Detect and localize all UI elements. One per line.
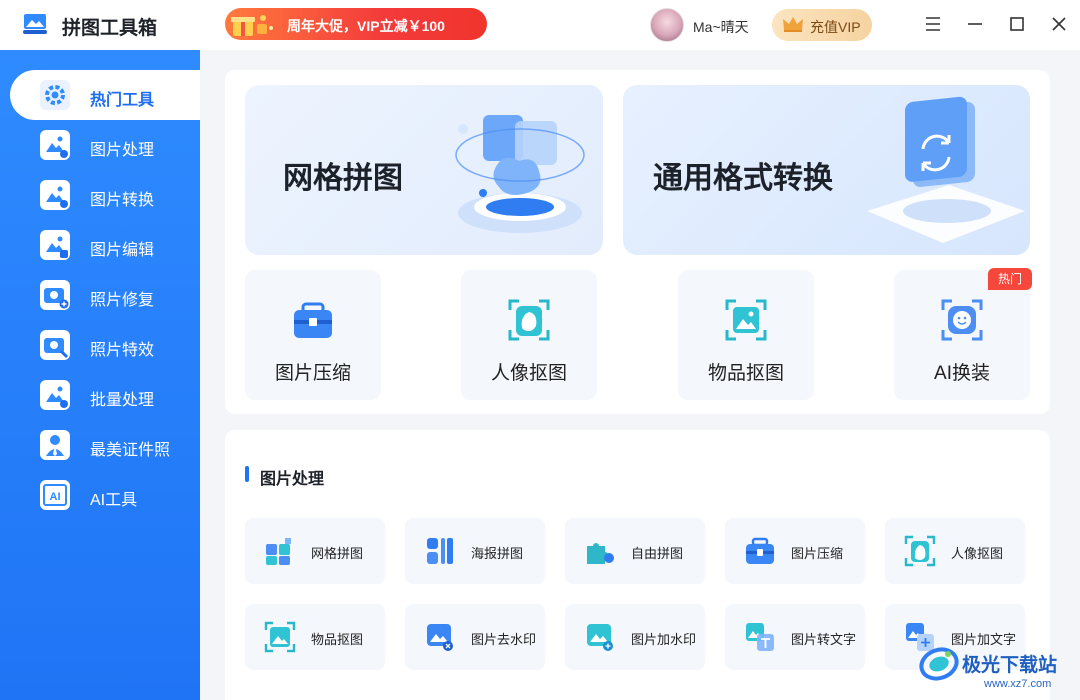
gear-icon [40, 80, 70, 110]
hot-tools-card: 网格拼图 通用格式转换 图片压缩 人像抠图 物品抠图 AI换装 热门 [225, 70, 1050, 414]
quick-tool-label: 物品抠图 [707, 363, 784, 384]
tool-compress[interactable]: 图片压缩 [725, 518, 865, 584]
object-cutout-icon [264, 621, 296, 653]
compress-icon [294, 302, 332, 338]
quick-tool-ai-outfit[interactable]: AI换装 热门 [894, 268, 1032, 400]
grid-puzzle-icon [266, 538, 291, 565]
svg-text:AI: AI [50, 491, 61, 503]
tool-label: 物品抠图 [311, 632, 364, 647]
free-puzzle-icon [587, 543, 614, 564]
tool-label: 自由拼图 [631, 546, 684, 561]
sidebar-item-label: 照片特效 [90, 342, 155, 359]
maximize-icon[interactable] [1006, 13, 1028, 35]
tool-object-cutout[interactable]: 物品抠图 [245, 604, 385, 670]
hot-badge: 热门 [988, 268, 1032, 290]
banner-title: 网格拼图 [283, 162, 403, 195]
sidebar-item-label: AI工具 [90, 492, 138, 509]
tool-label: 网格拼图 [311, 546, 364, 561]
watermark-url: www.xz7.com [984, 678, 1052, 690]
sidebar-item-ai-tools[interactable]: AI AI工具 [10, 470, 200, 520]
compress-icon [746, 537, 774, 564]
app-title: 拼图工具箱 [62, 18, 158, 39]
quick-tool-label: 人像抠图 [490, 363, 567, 384]
title-bar: 拼图工具箱 周年大促，VIP立减￥100 Ma~晴天 充值VIP [0, 0, 1080, 50]
portrait-cutout-icon [508, 299, 550, 341]
promo-banner[interactable]: 周年大促，VIP立减￥100 [225, 8, 487, 40]
sidebar-item-photo-effect[interactable]: 照片特效 [10, 320, 200, 370]
sidebar-item-label: 图片编辑 [90, 242, 155, 259]
sidebar: 热门工具 图片处理 图片转换 图片编辑 照片修复 照片特效 批量处理 最美证件照… [0, 50, 200, 700]
puzzle-illustration [455, 115, 585, 233]
quick-tool-compress[interactable]: 图片压缩 [245, 270, 381, 400]
tool-label: 图片加水印 [631, 632, 697, 647]
image-process-icon [40, 130, 70, 160]
watermark-name: 极光下载站 [962, 655, 1058, 676]
sidebar-item-image-convert[interactable]: 图片转换 [10, 170, 200, 220]
sidebar-item-hot-tools[interactable]: 热门工具 [10, 70, 200, 120]
tool-free-puzzle[interactable]: 自由拼图 [565, 518, 705, 584]
user-avatar[interactable] [650, 8, 684, 42]
tool-label: 图片压缩 [791, 546, 844, 561]
tool-label: 海报拼图 [471, 546, 524, 561]
camera-effect-icon [40, 330, 70, 360]
close-icon[interactable] [1048, 13, 1070, 35]
promo-text: 周年大促，VIP立减￥100 [287, 18, 445, 34]
gift-icon [231, 15, 273, 36]
tool-remove-watermark[interactable]: 图片去水印 [405, 604, 545, 670]
quick-tool-label: 图片压缩 [274, 363, 351, 384]
sidebar-item-image-process[interactable]: 图片处理 [10, 120, 200, 170]
object-cutout-icon [725, 299, 767, 341]
tool-image-to-text[interactable]: 图片转文字 [725, 604, 865, 670]
minimize-icon[interactable] [964, 13, 986, 35]
banner-title: 通用格式转换 [653, 162, 833, 195]
sidebar-item-label: 图片转换 [90, 192, 155, 209]
vip-label: 充值VIP [810, 19, 861, 35]
camera-repair-icon [40, 280, 70, 310]
add-watermark-icon [587, 624, 613, 651]
tool-add-watermark[interactable]: 图片加水印 [565, 604, 705, 670]
sidebar-item-label: 照片修复 [90, 292, 155, 309]
image-to-text-icon [746, 623, 774, 651]
username[interactable]: Ma~晴天 [693, 17, 749, 37]
sidebar-item-id-photo[interactable]: 最美证件照 [10, 420, 200, 470]
portrait-cutout-icon [904, 535, 936, 567]
sidebar-item-label: 热门工具 [90, 92, 155, 109]
sidebar-item-batch[interactable]: 批量处理 [10, 370, 200, 420]
ai-icon: AI [40, 480, 70, 510]
batch-icon [40, 380, 70, 410]
remove-watermark-icon [427, 624, 453, 651]
site-watermark: 极光下载站 www.xz7.com [918, 642, 1078, 700]
menu-icon[interactable] [922, 13, 944, 35]
sidebar-item-photo-repair[interactable]: 照片修复 [10, 270, 200, 320]
convert-illustration [867, 96, 1025, 243]
recharge-vip-button[interactable]: 充值VIP [772, 9, 872, 41]
quick-tool-portrait-cutout[interactable]: 人像抠图 [461, 270, 597, 400]
crown-icon [783, 17, 803, 32]
format-convert-banner[interactable]: 通用格式转换 [623, 85, 1030, 255]
sidebar-item-image-edit[interactable]: 图片编辑 [10, 220, 200, 270]
sidebar-item-label: 批量处理 [90, 392, 155, 409]
tool-poster-puzzle[interactable]: 海报拼图 [405, 518, 545, 584]
section-title: 图片处理 [260, 471, 325, 488]
sidebar-item-label: 最美证件照 [90, 442, 171, 459]
grid-puzzle-banner[interactable]: 网格拼图 [245, 85, 603, 255]
section-marker [245, 466, 249, 482]
quick-tool-object-cutout[interactable]: 物品抠图 [678, 270, 814, 400]
watermark-logo-icon [919, 647, 959, 681]
tool-label: 人像抠图 [951, 546, 1004, 561]
quick-tool-label: AI换装 [934, 363, 990, 384]
tool-label: 图片去水印 [471, 632, 537, 647]
image-convert-icon [40, 180, 70, 210]
ai-outfit-icon [941, 299, 983, 341]
id-photo-icon [40, 430, 70, 460]
tool-grid-puzzle[interactable]: 网格拼图 [245, 518, 385, 584]
image-edit-icon [40, 230, 70, 260]
app-logo-icon [23, 14, 47, 34]
tool-portrait-cutout[interactable]: 人像抠图 [885, 518, 1025, 584]
tool-label: 图片转文字 [791, 632, 857, 647]
sidebar-item-label: 图片处理 [90, 142, 155, 159]
poster-icon [427, 538, 453, 564]
